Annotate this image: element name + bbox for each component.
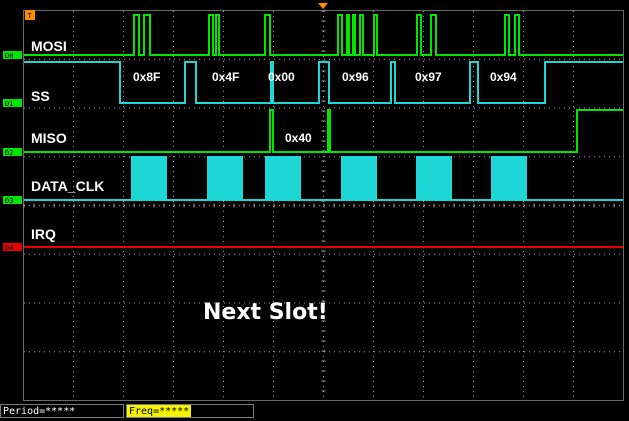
ss-byte-4: 0x96 [342,70,369,84]
channel-tag-d3[interactable]: D3 [3,196,22,205]
ss-byte-3: 0x00 [268,70,295,84]
channel-tag-d0[interactable]: D0 [3,51,22,60]
svg-text:D4: D4 [5,244,13,252]
period-readout: Period=***** [0,404,124,418]
irq-label: IRQ [31,226,56,242]
trigger-position-marker[interactable] [318,3,328,9]
ss-label: SS [31,88,50,104]
data-clk-label: DATA_CLK [31,178,104,194]
miso-byte-1: 0x40 [285,131,312,145]
oscilloscope-display: T D0 D1 D2 D3 D4 MOSI SS MISO DATA_CLK I… [0,0,629,421]
svg-text:D3: D3 [5,197,13,205]
mosi-label: MOSI [31,38,67,54]
freq-readout: Freq=***** [127,405,192,417]
svg-text:D0: D0 [5,52,13,60]
ss-byte-2: 0x4F [212,70,239,84]
channel-tag-d2[interactable]: D2 [3,148,22,157]
freq-readout-box: Freq=***** [126,404,254,418]
channel-tag-d4[interactable]: D4 [3,243,22,252]
channel-tag-d1[interactable]: D1 [3,99,22,108]
ss-byte-5: 0x97 [415,70,442,84]
ss-byte-6: 0x94 [490,70,517,84]
data-clk-trace [24,156,623,201]
ss-byte-1: 0x8F [133,70,160,84]
annotation-text: Next Slot! [203,300,328,325]
trigger-level-marker[interactable]: T [25,10,35,20]
graticule-grid [23,10,623,400]
status-bar: Period=***** Freq=***** [0,403,629,421]
svg-text:D2: D2 [5,149,13,157]
svg-text:D1: D1 [5,100,13,108]
miso-label: MISO [31,130,67,146]
